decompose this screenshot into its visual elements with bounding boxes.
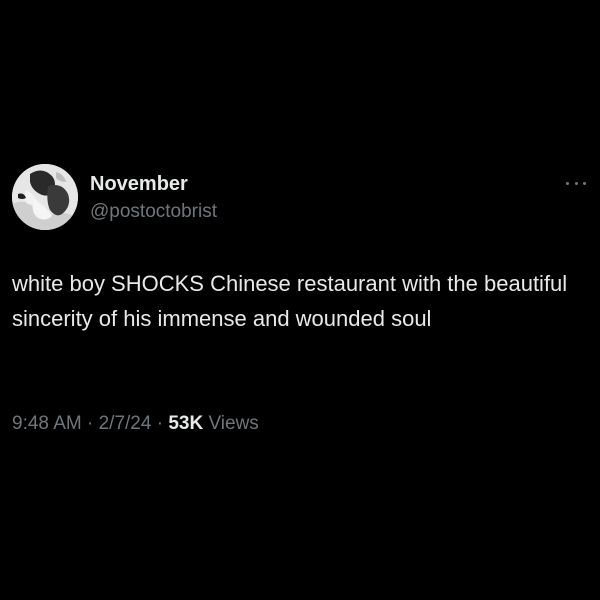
tweet-text: white boy SHOCKS Chinese restaurant with…	[12, 271, 568, 331]
avatar[interactable]	[12, 164, 78, 230]
views-count[interactable]: 53K	[168, 413, 203, 434]
views-label: Views	[208, 413, 259, 434]
user-handle[interactable]: @postoctobrist	[90, 200, 217, 224]
separator: ·	[87, 413, 94, 434]
tweet-meta: 9:48 AM · 2/7/24 · 53K Views	[12, 412, 259, 436]
dot	[574, 181, 578, 185]
tweet-card: November @postoctobrist white boy SHOCKS…	[0, 0, 600, 600]
display-name[interactable]: November	[90, 172, 188, 196]
dot	[583, 181, 586, 185]
avatar-image	[12, 164, 78, 230]
tweet-date[interactable]: 2/7/24	[99, 413, 152, 434]
separator: ·	[156, 413, 164, 434]
tweet-time[interactable]: 9:48 AM	[12, 413, 82, 434]
more-options-icon[interactable]	[566, 176, 586, 190]
dot	[566, 181, 569, 185]
